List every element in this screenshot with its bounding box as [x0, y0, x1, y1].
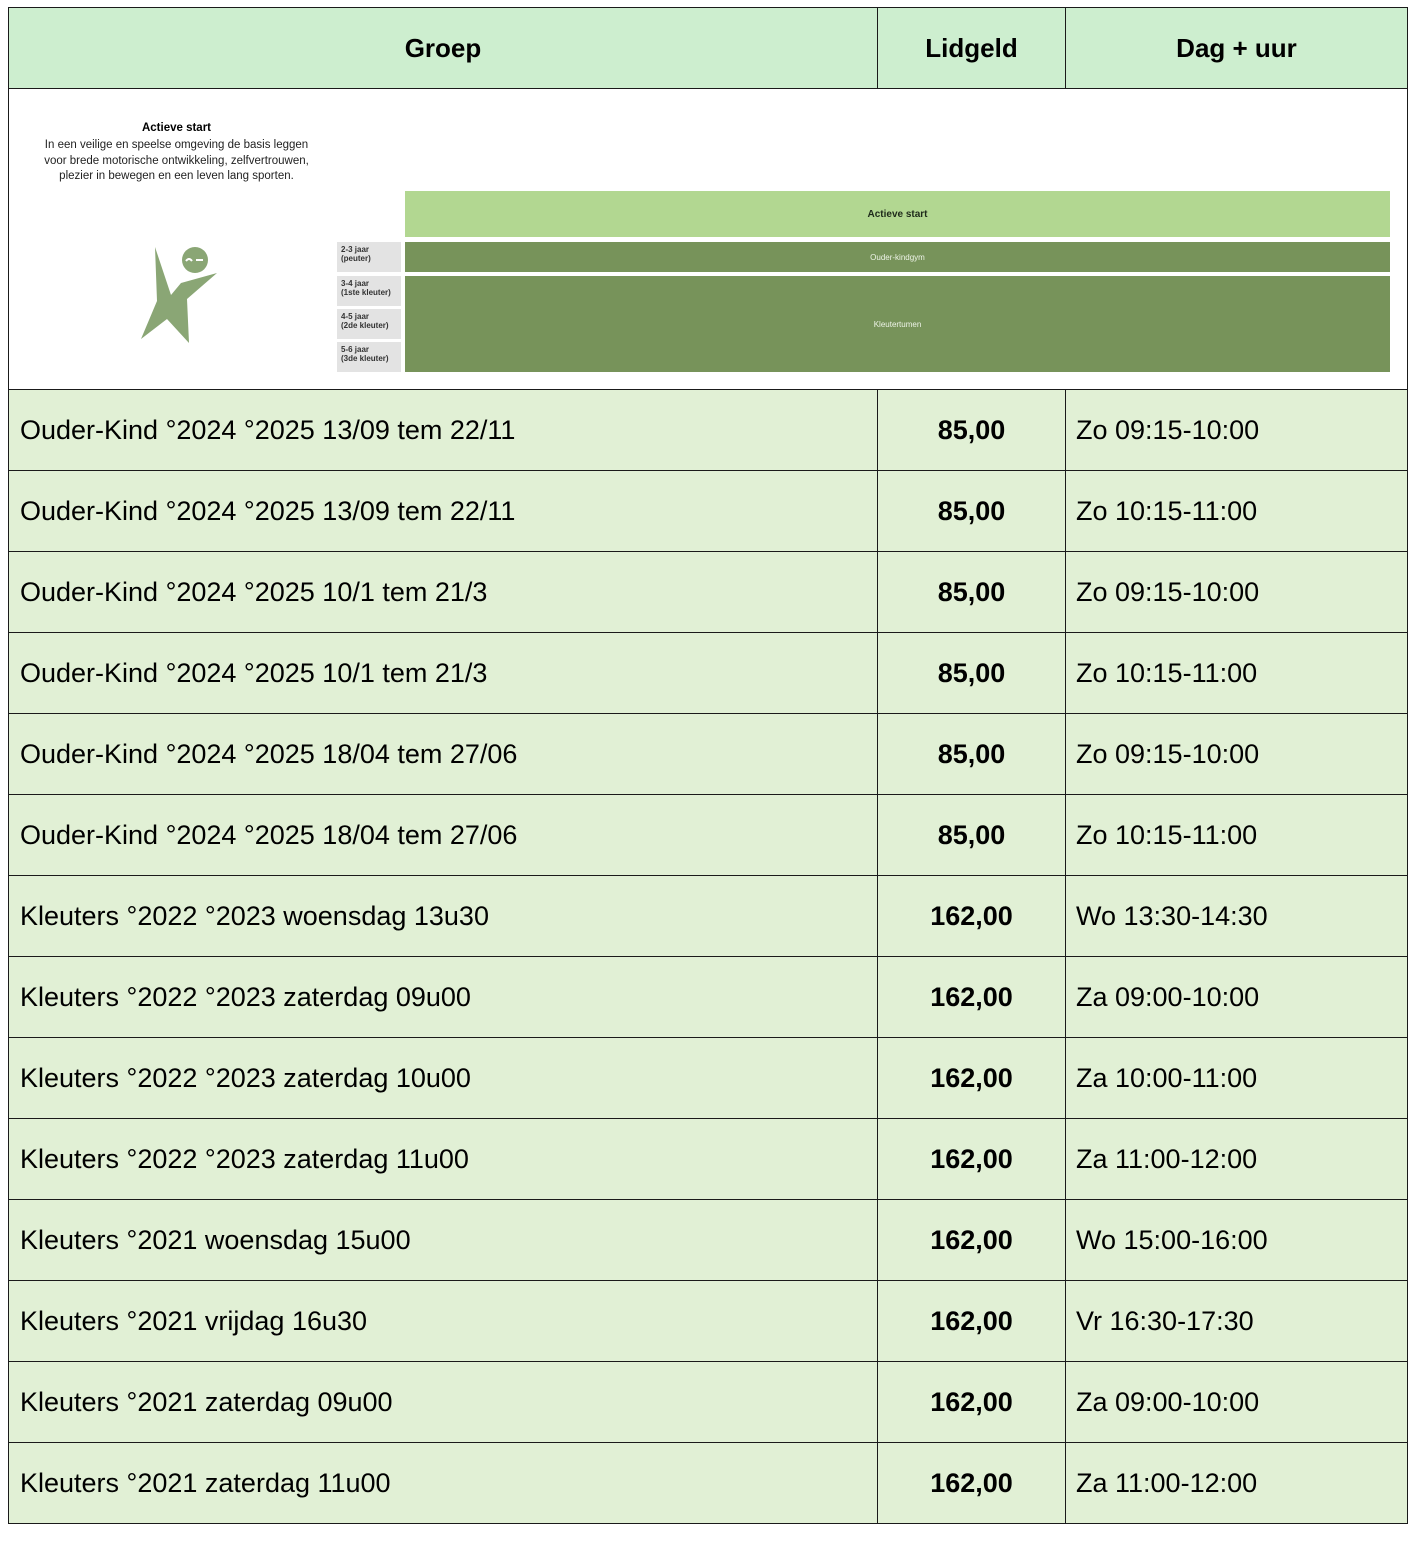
age-label-line2: (peuter) — [341, 254, 371, 263]
age-label-line1: 3-4 jaar — [341, 279, 370, 288]
groep-cell: Ouder-Kind °2024 °2025 13/09 tem 22/11 — [8, 470, 878, 552]
age-label-line1: 4-5 jaar — [341, 312, 370, 321]
lidgeld-cell: 85,00 — [877, 389, 1066, 471]
header-dag-uur: Dag + uur — [1065, 7, 1408, 89]
lidgeld-cell: 162,00 — [877, 875, 1066, 957]
dag-uur-cell: Zo 10:15-11:00 — [1065, 632, 1408, 714]
groep-cell: Kleuters °2021 woensdag 15u00 — [8, 1199, 878, 1281]
bar-actieve-start: Actieve start — [405, 191, 1390, 237]
groep-cell: Ouder-Kind °2024 °2025 18/04 tem 27/06 — [8, 794, 878, 876]
lidgeld-cell: 85,00 — [877, 551, 1066, 633]
lidgeld-cell: 85,00 — [877, 470, 1066, 552]
running-figure-icon — [141, 247, 217, 343]
dag-uur-cell: Vr 16:30-17:30 — [1065, 1280, 1408, 1362]
age-label-peuter: 2-3 jaar (peuter) — [337, 242, 401, 272]
lidgeld-cell: 162,00 — [877, 1442, 1066, 1524]
banner-row: Actieve start In een veilige en speelse … — [8, 88, 1408, 390]
lidgeld-cell: 162,00 — [877, 1280, 1066, 1362]
dag-uur-cell: Zo 09:15-10:00 — [1065, 389, 1408, 471]
groep-cell: Kleuters °2021 vrijdag 16u30 — [8, 1280, 878, 1362]
age-label-line1: 5-6 jaar — [341, 345, 370, 354]
banner-title: Actieve start — [141, 122, 212, 134]
dag-uur-cell: Wo 15:00-16:00 — [1065, 1199, 1408, 1281]
lidgeld-cell: 162,00 — [877, 1037, 1066, 1119]
groep-cell: Kleuters °2022 °2023 zaterdag 11u00 — [8, 1118, 878, 1200]
header-row: Groep Lidgeld Dag + uur — [8, 7, 1408, 89]
table-row: Ouder-Kind °2024 °2025 13/09 tem 22/11 85… — [8, 389, 1408, 471]
age-label-line2: (2de kleuter) — [341, 321, 389, 330]
dag-uur-cell: Zo 09:15-10:00 — [1065, 713, 1408, 795]
table-row: Kleuters °2021 vrijdag 16u30 162,00 Vr 16:… — [8, 1280, 1408, 1362]
dag-uur-cell: Zo 09:15-10:00 — [1065, 551, 1408, 633]
bar-ouder-kindgym: Ouder-kindgym — [405, 242, 1390, 272]
table-row: Kleuters °2021 woensdag 15u00 162,00 Wo 15… — [8, 1199, 1408, 1281]
lidgeld-cell: 162,00 — [877, 1361, 1066, 1443]
groep-cell: Ouder-Kind °2024 °2025 10/1 tem 21/3 — [8, 551, 878, 633]
age-label-line2: (3de kleuter) — [341, 354, 389, 363]
actieve-start-banner: Actieve start In een veilige en speelse … — [9, 89, 1407, 389]
groep-cell: Kleuters °2022 °2023 zaterdag 09u00 — [8, 956, 878, 1038]
groep-cell: Ouder-Kind °2024 °2025 10/1 tem 21/3 — [8, 632, 878, 714]
groep-cell: Kleuters °2021 zaterdag 11u00 — [8, 1442, 878, 1524]
age-label-line1: 2-3 jaar — [341, 245, 370, 254]
age-label-line2: (1ste kleuter) — [341, 288, 391, 297]
header-lidgeld: Lidgeld — [877, 7, 1066, 89]
lidgeld-cell: 162,00 — [877, 1199, 1066, 1281]
banner-description: In een veilige en speelse omgeving de ba… — [44, 139, 309, 183]
banner-cell: Actieve start In een veilige en speelse … — [8, 88, 1408, 390]
header-groep: Groep — [8, 7, 878, 89]
table-row: Ouder-Kind °2024 °2025 10/1 tem 21/3 85,0… — [8, 551, 1408, 633]
table-row: Ouder-Kind °2024 °2025 13/09 tem 22/11 85… — [8, 470, 1408, 552]
groep-cell: Kleuters °2021 zaterdag 09u00 — [8, 1361, 878, 1443]
age-label-3de-kleuter: 5-6 jaar (3de kleuter) — [337, 342, 401, 372]
groep-cell: Ouder-Kind °2024 °2025 18/04 tem 27/06 — [8, 713, 878, 795]
lidgeld-cell: 162,00 — [877, 956, 1066, 1038]
table-row: Kleuters °2022 °2023 zaterdag 10u00 162,0… — [8, 1037, 1408, 1119]
age-label-2de-kleuter: 4-5 jaar (2de kleuter) — [337, 309, 401, 339]
lidgeld-cell: 85,00 — [877, 713, 1066, 795]
dag-uur-cell: Za 11:00-12:00 — [1065, 1118, 1408, 1200]
table-row: Kleuters °2022 °2023 woensdag 13u30 162,0… — [8, 875, 1408, 957]
table-row: Kleuters °2022 °2023 zaterdag 11u00 162,0… — [8, 1118, 1408, 1200]
dag-uur-cell: Za 09:00-10:00 — [1065, 1361, 1408, 1443]
bar-kleutertumen: Kleutertumen — [405, 276, 1390, 372]
lidgeld-cell: 85,00 — [877, 794, 1066, 876]
table-row: Ouder-Kind °2024 °2025 18/04 tem 27/06 85… — [8, 794, 1408, 876]
dag-uur-cell: Za 11:00-12:00 — [1065, 1442, 1408, 1524]
table-row: Ouder-Kind °2024 °2025 10/1 tem 21/3 85,0… — [8, 632, 1408, 714]
groep-cell: Kleuters °2022 °2023 woensdag 13u30 — [8, 875, 878, 957]
table-row: Ouder-Kind °2024 °2025 18/04 tem 27/06 85… — [8, 713, 1408, 795]
dag-uur-cell: Zo 10:15-11:00 — [1065, 470, 1408, 552]
lidgeld-cell: 162,00 — [877, 1118, 1066, 1200]
groep-cell: Kleuters °2022 °2023 zaterdag 10u00 — [8, 1037, 878, 1119]
dag-uur-cell: Zo 10:15-11:00 — [1065, 794, 1408, 876]
lidgeld-cell: 85,00 — [877, 632, 1066, 714]
schedule-table: Groep Lidgeld Dag + uur Actieve start In… — [8, 7, 1408, 1524]
age-label-1ste-kleuter: 3-4 jaar (1ste kleuter) — [337, 276, 401, 306]
dag-uur-cell: Za 10:00-11:00 — [1065, 1037, 1408, 1119]
groep-cell: Ouder-Kind °2024 °2025 13/09 tem 22/11 — [8, 389, 878, 471]
table-row: Kleuters °2022 °2023 zaterdag 09u00 162,0… — [8, 956, 1408, 1038]
dag-uur-cell: Wo 13:30-14:30 — [1065, 875, 1408, 957]
table-row: Kleuters °2021 zaterdag 11u00 162,00 Za 11… — [8, 1442, 1408, 1524]
dag-uur-cell: Za 09:00-10:00 — [1065, 956, 1408, 1038]
table-row: Kleuters °2021 zaterdag 09u00 162,00 Za 09… — [8, 1361, 1408, 1443]
